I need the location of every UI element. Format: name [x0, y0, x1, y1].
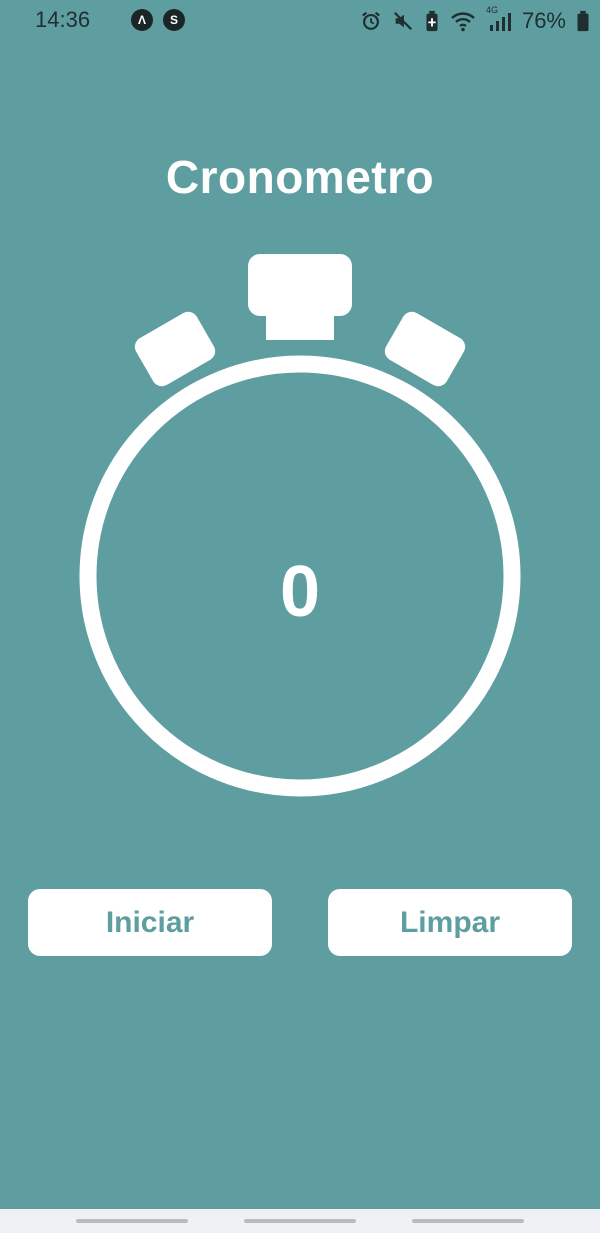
nav-home-handle[interactable] — [244, 1219, 356, 1223]
mute-icon — [393, 11, 412, 31]
battery-icon — [577, 10, 589, 32]
timer-display: 0 — [279, 552, 321, 632]
start-button[interactable]: Iniciar — [28, 889, 272, 956]
clear-button[interactable]: Limpar — [328, 889, 572, 956]
shazam-icon: S — [163, 9, 185, 31]
signal-icon: 4G — [486, 5, 512, 33]
nav-back-handle[interactable] — [412, 1219, 524, 1223]
battery-percent: 76% — [521, 8, 566, 33]
status-icons: 4G 76% — [360, 5, 590, 35]
page-title: Cronometro — [165, 151, 435, 203]
battery-saver-icon — [426, 10, 438, 32]
status-time: 14:36 — [35, 7, 91, 32]
nav-recent-apps-handle[interactable] — [76, 1219, 188, 1223]
a-logo-icon: Λ — [131, 9, 153, 31]
status-bar: 14:36 Λ S 4G 76% — [0, 0, 600, 42]
alarm-icon — [362, 11, 380, 30]
stopwatch-icon — [79, 254, 521, 797]
wifi-icon — [451, 12, 475, 32]
